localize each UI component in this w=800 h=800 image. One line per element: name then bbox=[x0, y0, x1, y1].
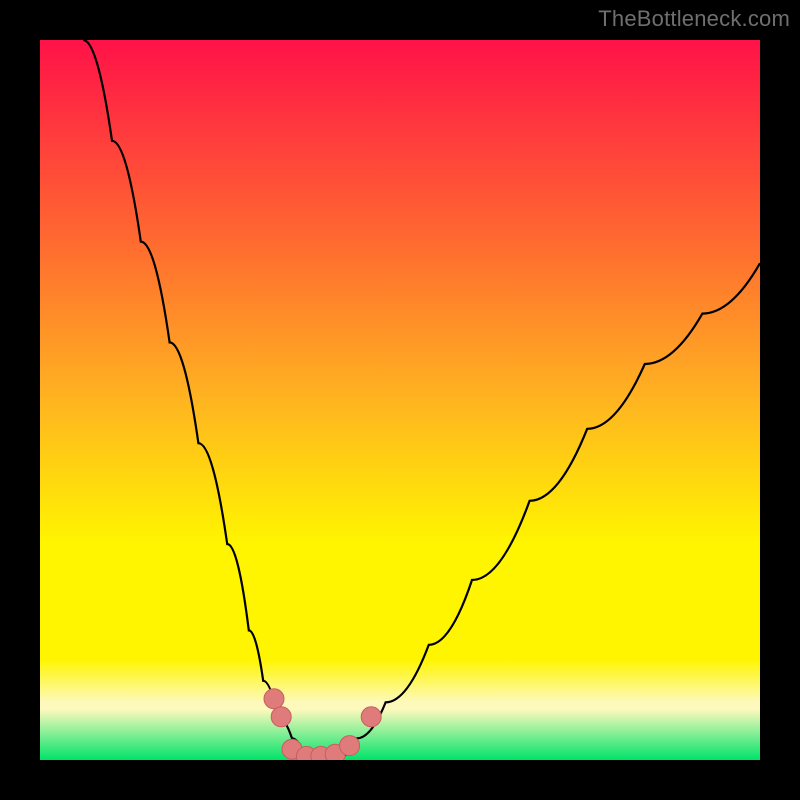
data-dots-group bbox=[264, 689, 381, 760]
bottleneck-curve-right bbox=[335, 263, 760, 760]
plot-overlay bbox=[40, 40, 760, 760]
data-dot bbox=[271, 707, 291, 727]
data-dot bbox=[361, 707, 381, 727]
watermark-text: TheBottleneck.com bbox=[598, 6, 790, 32]
outer-frame: TheBottleneck.com bbox=[0, 0, 800, 800]
data-dot bbox=[340, 736, 360, 756]
bottleneck-curve-left bbox=[83, 40, 306, 760]
data-dot bbox=[264, 689, 284, 709]
